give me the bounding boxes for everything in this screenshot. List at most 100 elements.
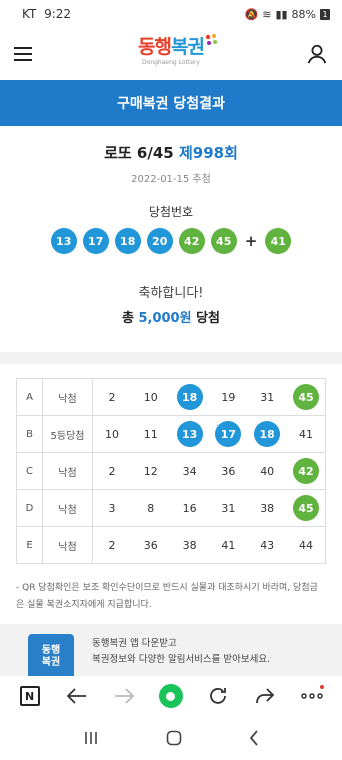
bonus-ball: 41 <box>265 228 292 254</box>
ticket-number: 43 <box>260 538 275 552</box>
ticket-number: 31 <box>221 501 236 515</box>
ticket-slot: D <box>16 489 43 527</box>
battery-text: 88% <box>291 7 316 21</box>
ticket-result: 낙첨 <box>42 526 93 564</box>
draw-result: 로또 6/45 제998회 2022-01-15 추첨 당첨번호 13 17 18 2… <box>0 126 342 352</box>
back-button[interactable] <box>62 681 92 711</box>
ticket-number: 36 <box>143 538 158 552</box>
user-icon[interactable] <box>306 43 328 65</box>
ticket-numbers: 2 36 38 41 43 44 <box>92 526 326 564</box>
plus-sign: + <box>244 232 258 250</box>
ticket-number: 45 <box>292 495 319 521</box>
logo[interactable]: 동행복권 Donghaeng Lottery <box>138 34 217 66</box>
ticket-number: 18 <box>254 421 281 447</box>
qr-notice: - QR 당첨확인은 보조 확인수단이므로 반드시 실물과 대조하시기 바라며,… <box>0 572 342 624</box>
ticket-number: 42 <box>292 458 319 484</box>
ticket-slot: B <box>16 415 43 453</box>
arrow-left-icon <box>66 688 86 704</box>
winning-numbers-label: 당첨번호 <box>148 205 194 219</box>
winning-ball: 18 <box>114 228 141 254</box>
recent-apps-icon[interactable] <box>83 731 99 745</box>
ticket-number: 10 <box>105 427 119 441</box>
ticket-number: 8 <box>147 501 155 515</box>
ticket-number: 45 <box>292 384 319 410</box>
promo-text: 동행복권 앱 다운받고 복권정보와 다양한 알림서비스를 받아보세요. <box>92 638 271 665</box>
ticket-table: A 낙첨 2 10 18 19 31 45 B 5등당첨 10 11 13 17 18 41 C 낙첨 2 12 34 3… <box>16 378 326 564</box>
ticket-row: C 낙첨 2 12 34 36 40 42 <box>16 452 326 490</box>
status-left: KT 9:22 <box>22 7 71 21</box>
ticket-number: 2 <box>108 538 116 552</box>
app-header: 동행복권 Donghaeng Lottery <box>0 28 342 80</box>
logo-mark-icon <box>205 34 217 45</box>
ticket-row: A 낙첨 2 10 18 19 31 45 <box>16 378 326 416</box>
browser-toolbar: N <box>0 676 342 716</box>
green-dot-button[interactable] <box>156 681 186 711</box>
winning-ball: 20 <box>146 228 173 254</box>
ticket-numbers: 2 12 34 36 40 42 <box>92 452 326 490</box>
ticket-number: 34 <box>182 464 197 478</box>
home-icon[interactable] <box>166 730 182 746</box>
notification-dot <box>320 685 325 689</box>
green-dot-icon <box>158 684 183 708</box>
status-right: 🔕 ≋ ▮▮ 88% 1 <box>245 8 330 21</box>
winning-ball: 13 <box>50 228 77 254</box>
refresh-icon <box>210 688 227 704</box>
arrow-right-icon <box>114 688 134 704</box>
more-button[interactable] <box>297 681 327 711</box>
ticket-number: 36 <box>221 464 236 478</box>
ticket-number: 40 <box>260 464 275 478</box>
ticket-number: 10 <box>143 390 158 404</box>
battery-icon: 1 <box>320 8 330 20</box>
ticket-numbers: 2 10 18 19 31 45 <box>92 378 326 416</box>
ticket-number: 17 <box>215 421 242 447</box>
winning-ball: 45 <box>210 228 237 254</box>
logo-subtitle: Donghaeng Lottery <box>142 59 200 66</box>
forward-button[interactable] <box>109 681 139 711</box>
ticket-number: 41 <box>221 538 236 552</box>
ticket-number: 3 <box>108 501 116 515</box>
draw-date: 2022-01-15 추첨 <box>131 174 211 185</box>
ticket-row: E 낙첨 2 36 38 41 43 44 <box>16 526 326 564</box>
ticket-number: 2 <box>108 390 116 404</box>
wifi-icon: ≋ <box>262 7 272 21</box>
ticket-number: 38 <box>260 501 275 515</box>
ticket-number: 13 <box>176 421 203 447</box>
ticket-number: 44 <box>298 538 313 552</box>
congrats-message: 축하합니다! <box>138 286 204 301</box>
ticket-number: 12 <box>143 464 158 478</box>
prize-total: 총 5,000원 당첨 <box>121 311 221 326</box>
page-title: 구매복권 당첨결과 <box>0 80 342 126</box>
ticket-slot: A <box>16 378 43 416</box>
ticket-number: 31 <box>260 390 275 404</box>
round-title: 로또 6/45 제998회 <box>104 144 238 162</box>
ticket-result: 낙첨 <box>42 378 93 416</box>
status-bar: KT 9:22 🔕 ≋ ▮▮ 88% 1 <box>0 0 342 28</box>
ticket-number: 18 <box>176 384 203 410</box>
winning-ball: 42 <box>178 228 205 254</box>
ticket-number: 38 <box>182 538 197 552</box>
ticket-row: B 5등당첨 10 11 13 17 18 41 <box>16 415 326 453</box>
back-nav-icon[interactable] <box>249 730 259 746</box>
ticket-numbers: 3 8 16 31 38 45 <box>92 489 326 527</box>
refresh-button[interactable] <box>203 681 233 711</box>
ticket-table-section: A 낙첨 2 10 18 19 31 45 B 5등당첨 10 11 13 17 18 41 C 낙첨 2 12 34 3… <box>0 364 342 572</box>
mute-icon: 🔕 <box>244 7 259 21</box>
naver-n-icon: N <box>19 686 40 706</box>
share-button[interactable] <box>250 681 280 711</box>
winning-ball: 17 <box>82 228 109 254</box>
ticket-slot: E <box>16 526 43 564</box>
ticket-number: 11 <box>143 427 158 441</box>
ticket-result: 낙첨 <box>42 452 93 490</box>
menu-icon[interactable] <box>14 47 32 61</box>
carrier: KT <box>22 7 37 21</box>
app-promo-banner[interactable]: 동행 복권 동행복권 앱 다운받고 복권정보와 다양한 알림서비스를 받아보세요… <box>0 624 342 680</box>
android-nav-bar <box>0 716 342 760</box>
naver-home-button[interactable]: N <box>15 681 45 711</box>
ticket-number: 16 <box>182 501 197 515</box>
ticket-numbers: 10 11 13 17 18 41 <box>92 415 326 453</box>
winning-numbers: 13 17 18 20 42 45 +41 <box>16 228 326 254</box>
ticket-slot: C <box>16 452 43 490</box>
clock: 9:22 <box>44 7 72 21</box>
ticket-number: 2 <box>108 464 116 478</box>
congrats-box: 축하합니다! 총 5,000원 당첨 <box>16 268 326 340</box>
